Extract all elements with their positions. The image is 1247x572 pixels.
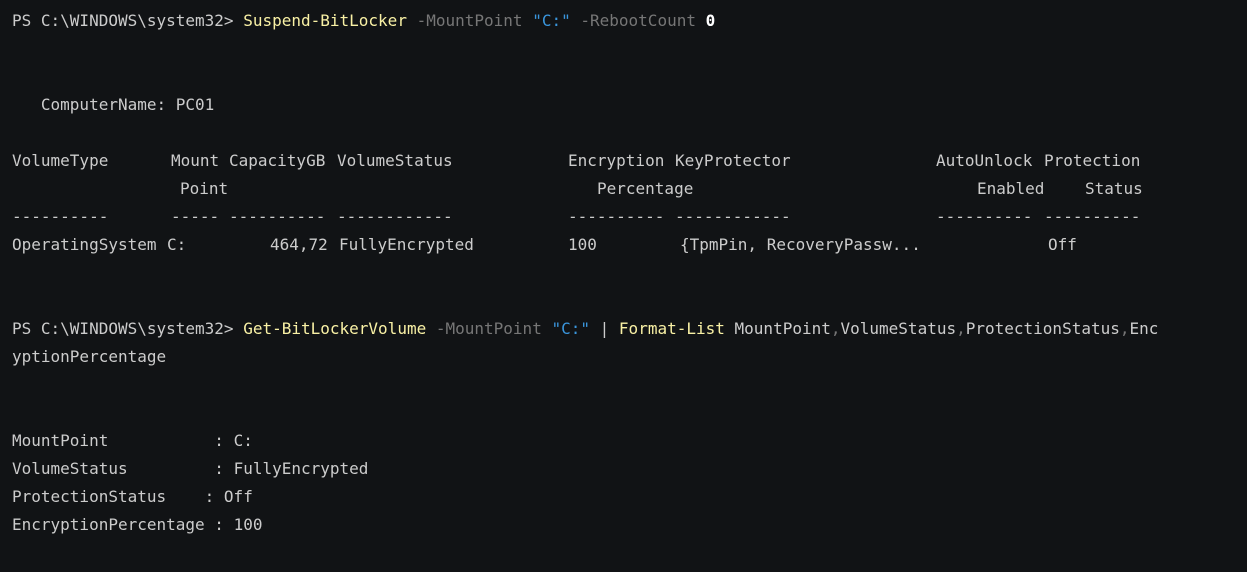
list-sep: : (204, 487, 224, 506)
table-separator-row: ---------- ----- ---------- ------------… (12, 203, 1247, 231)
arg-separator: , (830, 319, 841, 338)
dash-key-protector: ------------ (675, 207, 791, 226)
arg-volumestatus: VolumeStatus (840, 319, 957, 338)
list-item: ProtectionStatus : Off (12, 483, 1247, 511)
value-rebootcount: 0 (705, 11, 716, 30)
value-mountpoint: "C:" (532, 11, 571, 30)
header-mount: Mount (171, 151, 220, 170)
prompt: PS C:\WINDOWS\system32> (12, 319, 244, 338)
table-row: OperatingSystem C: 464,72 FullyEncrypted… (12, 231, 1247, 259)
list-item: EncryptionPercentage : 100 (12, 511, 1247, 539)
list-item: VolumeStatus : FullyEncrypted (12, 455, 1247, 483)
dash-protection: ---------- (1044, 207, 1141, 226)
cmdlet-format-list: Format-List (618, 319, 725, 338)
header-volume-status: VolumeStatus (337, 151, 453, 170)
header-capacity: CapacityGB (229, 151, 326, 170)
header-enabled: Enabled (977, 179, 1045, 198)
dash-mount: ----- (171, 207, 220, 226)
header-auto-unlock: AutoUnlock (936, 151, 1033, 170)
command-line-1: PS C:\WINDOWS\system32> Suspend-BitLocke… (12, 7, 1247, 35)
list-sep: : (214, 431, 234, 450)
cmdlet-get-bitlockervolume: Get-BitLockerVolume (243, 319, 427, 338)
list-key-mountpoint: MountPoint (12, 431, 215, 450)
list-sep: : (214, 515, 234, 534)
cell-volume-type: OperatingSystem (12, 235, 157, 254)
dash-auto-unlock: ---------- (936, 207, 1033, 226)
cell-encryption: 100 (568, 235, 597, 254)
command-line-2-wrap: yptionPercentage (12, 347, 167, 366)
arg-separator: , (956, 319, 966, 338)
command-line-2: PS C:\WINDOWS\system32> Get-BitLockerVol… (12, 315, 1247, 343)
param-rebootcount: -RebootCount (580, 11, 696, 30)
header-key-protector: KeyProtector (675, 151, 791, 170)
list-value-encryptionpercentage: 100 (233, 515, 263, 534)
list-key-encryptionpercentage: EncryptionPercentage (12, 515, 215, 534)
dash-volume-status: ------------ (337, 207, 453, 226)
list-value-mountpoint: C: (233, 431, 253, 450)
arg-encryptionpercentage-start: Enc (1129, 319, 1159, 338)
header-point: Point (180, 179, 229, 198)
cell-capacity: 464,72 (270, 235, 328, 254)
list-sep: : (214, 459, 234, 478)
dash-volume-type: ---------- (12, 207, 109, 226)
value-mountpoint: "C:" (551, 319, 590, 338)
header-volume-type: VolumeType (12, 151, 109, 170)
list-value-volumestatus: FullyEncrypted (233, 459, 369, 478)
dash-capacity: ---------- (229, 207, 326, 226)
terminal-window[interactable]: PS C:\WINDOWS\system32> Suspend-BitLocke… (0, 0, 1247, 572)
list-value-protectionstatus: Off (223, 487, 253, 506)
list-key-volumestatus: VolumeStatus (12, 459, 215, 478)
arg-mountpoint: MountPoint (734, 319, 831, 338)
header-percentage: Percentage (597, 179, 694, 198)
list-key-protectionstatus: ProtectionStatus (12, 487, 205, 506)
table-header-row-1: VolumeType Mount CapacityGB VolumeStatus… (12, 147, 1247, 175)
header-protection: Protection (1044, 151, 1141, 170)
dash-encryption: ---------- (568, 207, 665, 226)
cell-mount: C: (167, 235, 187, 254)
prompt: PS C:\WINDOWS\system32> (12, 11, 244, 30)
cell-protection: Off (1048, 235, 1077, 254)
pipe-operator: | (599, 319, 610, 338)
cmdlet-suspend-bitlocker: Suspend-BitLocker (243, 11, 407, 30)
computer-name-line: ComputerName: PC01 (12, 95, 215, 114)
param-mountpoint: -MountPoint (416, 11, 523, 30)
list-item: MountPoint : C: (12, 427, 1247, 455)
arg-protectionstatus: ProtectionStatus (965, 319, 1120, 338)
table-header-row-2: Point Percentage Enabled Status (12, 175, 1247, 203)
header-status: Status (1085, 179, 1143, 198)
arg-separator: , (1119, 319, 1130, 338)
header-encryption: Encryption (568, 151, 665, 170)
cell-volume-status: FullyEncrypted (339, 235, 474, 254)
cell-key-protector: {TpmPin, RecoveryPassw... (680, 235, 921, 254)
param-mountpoint: -MountPoint (435, 319, 542, 338)
